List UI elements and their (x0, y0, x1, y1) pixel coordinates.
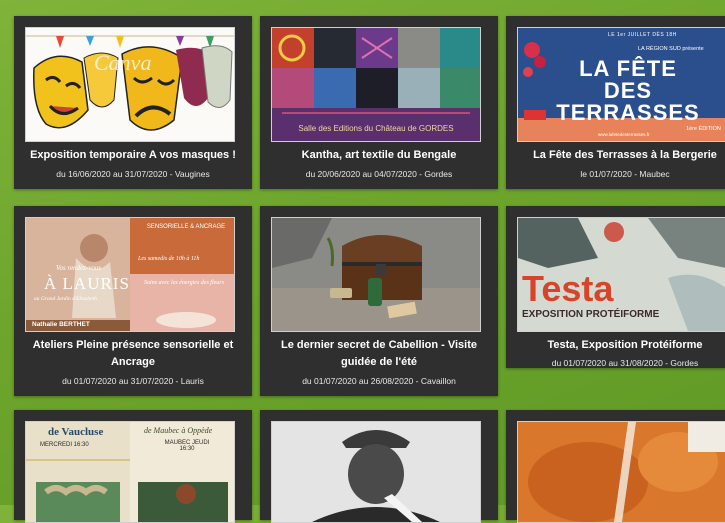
event-date-location: du 01/07/2020 au 31/07/2020 - Lauris (62, 376, 204, 386)
poster-url: www.lafetedesterrasses.fr (598, 132, 650, 137)
testa-headline: Testa (522, 268, 614, 309)
event-image-chest[interactable] (271, 217, 481, 332)
wellness-line1: Vos rendez-vous (56, 264, 102, 272)
event-image-testa[interactable]: Testa EXPOSITION PROTÉIFORME (517, 217, 725, 332)
testa-subtitle: EXPOSITION PROTÉIFORME (522, 309, 660, 320)
event-card[interactable]: LE 1er JUILLET DÈS 18H LA RÉGION SUD pré… (506, 16, 725, 189)
event-date-location: du 16/06/2020 au 31/07/2020 - Vaugines (56, 169, 210, 179)
event-card[interactable]: de Vaucluse de Maubec à Oppède MERCREDI … (14, 410, 252, 523)
event-image-textile[interactable]: Salle des Editions du Château de GORDES (271, 27, 481, 142)
portrait-bw (272, 422, 480, 522)
event-title[interactable]: Kantha, art textile du Bengale (266, 147, 492, 164)
event-date-location: du 20/06/2020 au 04/07/2020 - Gordes (305, 169, 453, 179)
event-grid: Canva Exposition temporaire A vos masque… (0, 0, 725, 523)
event-image-wellness[interactable]: Vos rendez-vous À LAURIS au Grand Jardin… (25, 217, 235, 332)
venue-caption: Salle des Editions du Château de GORDES (298, 124, 454, 133)
wellness-line6: Soins avec les énergies des fleurs (144, 280, 224, 286)
wellness-line2: À LAURIS (44, 274, 130, 293)
event-date-location: du 01/07/2020 au 26/08/2020 - Cavaillon (302, 376, 456, 386)
event-image-festival[interactable]: LE 1er JUILLET DÈS 18H LA RÉGION SUD pré… (517, 27, 725, 142)
poster-date: LE 1er JUILLET DÈS 18H (608, 32, 677, 38)
event-card[interactable]: Vos rendez-vous À LAURIS au Grand Jardin… (14, 206, 252, 396)
event-card[interactable] (506, 410, 725, 523)
poster-headline: LA FÊTE DES TERRASSES (556, 56, 700, 125)
poster-presenter: LA RÉGION SUD présente (638, 46, 704, 52)
wellness-line5: Les samedis de 10h à 11h (138, 256, 200, 262)
vaucluse-line1: de Vaucluse (48, 426, 104, 438)
event-image-portrait[interactable] (271, 421, 481, 523)
event-date-location: du 01/07/2020 au 31/08/2020 - Gordes (551, 358, 699, 368)
vaucluse-line3: MERCREDI 16:30 (40, 442, 89, 448)
event-card[interactable]: Salle des Editions du Château de GORDES … (260, 16, 498, 189)
event-card[interactable]: Testa EXPOSITION PROTÉIFORME Testa, Expo… (506, 206, 725, 368)
event-date-location: le 01/07/2020 - Maubec (580, 169, 670, 179)
vaucluse-line4: MAUBEC JEUDI 16:30 (164, 440, 210, 452)
event-card[interactable]: Canva Exposition temporaire A vos masque… (14, 16, 252, 189)
wellness-line7: Nathalie BERTHET (32, 321, 90, 328)
poster-edition: 1ère ÉDITION (686, 126, 721, 132)
event-image-spices[interactable] (517, 421, 725, 523)
vaucluse-line2: de Maubec à Oppède (144, 426, 213, 435)
canva-watermark: Canva (94, 50, 152, 75)
event-card[interactable]: Le dernier secret de Cabellion - Visite … (260, 206, 498, 396)
treasure-chest-photo (272, 218, 480, 331)
masks-illustration (26, 28, 234, 141)
event-card[interactable] (260, 410, 498, 523)
spices-photo (518, 422, 725, 522)
event-title[interactable]: Le dernier secret de Cabellion - Visite … (266, 337, 492, 371)
event-title[interactable]: La Fête des Terrasses à la Bergerie (512, 147, 725, 164)
event-title[interactable]: Testa, Exposition Protéiforme (512, 337, 725, 354)
event-title[interactable]: Ateliers Pleine présence sensorielle et … (20, 337, 246, 371)
event-image-vaucluse[interactable]: de Vaucluse de Maubec à Oppède MERCREDI … (25, 421, 235, 523)
event-image-masks[interactable]: Canva (25, 27, 235, 142)
wellness-line4: SENSORIELLE & ANCRAGE (146, 224, 226, 230)
event-title[interactable]: Exposition temporaire A vos masques ! (20, 147, 246, 164)
wellness-line3: au Grand Jardin d'Elisabeth (34, 296, 97, 302)
